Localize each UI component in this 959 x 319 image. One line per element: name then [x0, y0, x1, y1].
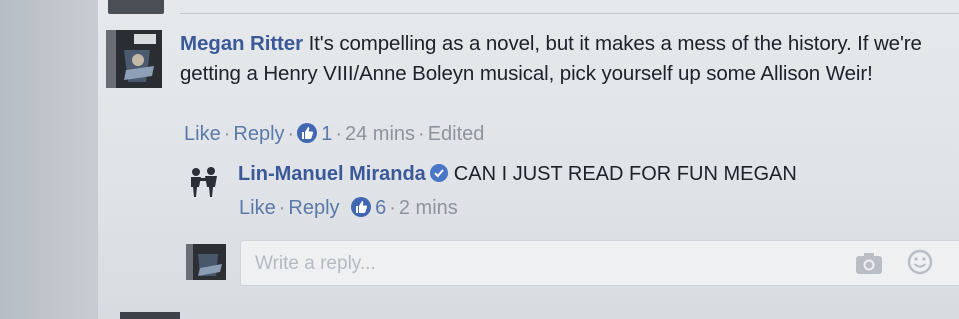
reply-link[interactable]: Reply [233, 123, 284, 145]
avatar[interactable] [106, 30, 162, 88]
reply-body: Lin-Manuel Miranda CAN I JUST READ FOR FU… [238, 160, 797, 188]
reply-link[interactable]: Reply [288, 197, 339, 219]
timestamp[interactable]: 2 mins [399, 197, 458, 219]
reply-author[interactable]: Lin-Manuel Miranda [238, 163, 426, 185]
divider [180, 13, 959, 14]
comment-author[interactable]: Megan Ritter [180, 32, 303, 55]
emoji-icon[interactable] [906, 248, 934, 276]
like-link[interactable]: Like [239, 197, 276, 219]
reply-avatar[interactable] [186, 162, 222, 200]
like-count[interactable]: 6 [375, 197, 386, 219]
previous-avatar [108, 0, 164, 14]
comment-body: Megan Ritter It's compelling as a novel,… [180, 29, 955, 89]
next-avatar [120, 312, 180, 319]
edited-label[interactable]: Edited [428, 123, 485, 145]
verified-badge-icon [429, 164, 448, 182]
reply-composer[interactable] [240, 240, 959, 286]
left-background [0, 0, 98, 319]
reply-input[interactable] [253, 251, 817, 277]
like-thumb-icon[interactable] [297, 123, 318, 143]
like-count[interactable]: 1 [321, 123, 332, 145]
timestamp[interactable]: 24 mins [345, 123, 415, 145]
like-link[interactable]: Like [184, 123, 221, 145]
camera-icon[interactable] [855, 251, 883, 275]
reply-actions: Like · Reply 6 · 2 mins [239, 197, 458, 219]
like-thumb-icon[interactable] [351, 197, 372, 217]
current-user-avatar [186, 244, 226, 280]
reply-text: CAN I JUST READ FOR FUN MEGAN [453, 163, 797, 185]
comment-actions: Like · Reply · 1 · 24 mins · Edited [184, 123, 485, 145]
